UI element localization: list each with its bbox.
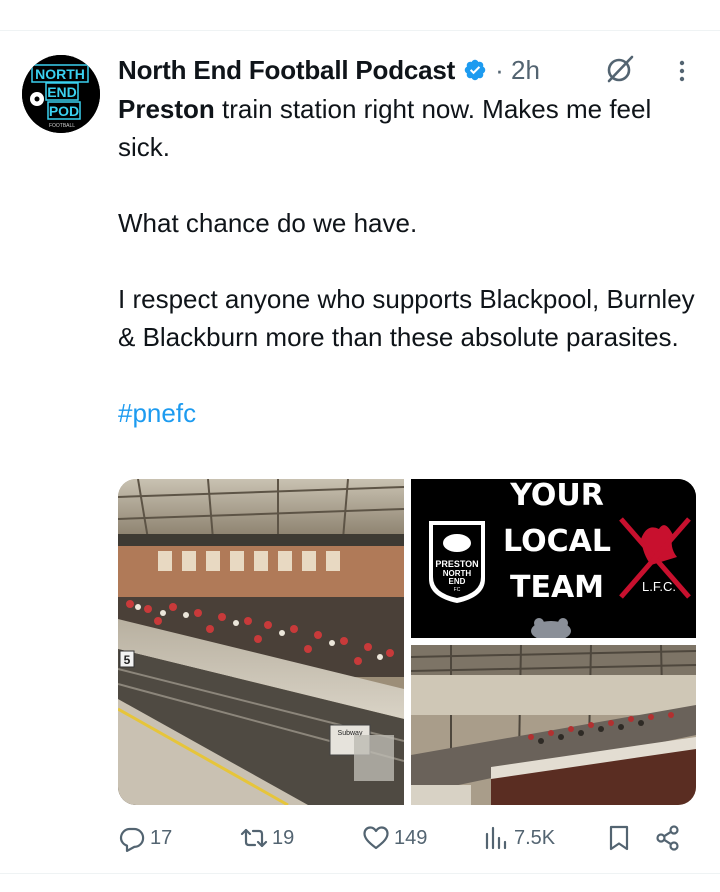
reply-icon xyxy=(119,827,145,852)
avatar[interactable]: NORTH END POD FOOTBALL xyxy=(22,55,100,133)
crest-text-lfc: L.F.C. xyxy=(642,579,676,594)
verified-badge-icon xyxy=(464,59,486,81)
mention-link[interactable]: Preston xyxy=(118,94,215,124)
views-button[interactable]: 7.5K xyxy=(482,824,555,852)
photo-platform-crowd[interactable]: 5 Subway xyxy=(118,479,404,805)
avatar-small-text: FOOTBALL xyxy=(49,123,75,129)
bookmark-button[interactable] xyxy=(605,824,633,852)
photo-poster[interactable]: PRESTON NORTH END FC YOUR LOCAL TEAM L.F… xyxy=(411,479,696,638)
divider-bottom xyxy=(0,873,720,874)
platform-number: 5 xyxy=(124,653,131,667)
post-text: Preston train station right now. Makes m… xyxy=(118,90,708,432)
pnefc-crest-icon: PRESTON NORTH END FC xyxy=(429,521,485,603)
share-icon xyxy=(656,825,679,851)
divider-top xyxy=(0,30,720,31)
avatar-text-pod: POD xyxy=(49,103,79,119)
poster-heading-team: TEAM xyxy=(510,570,604,605)
avatar-logo: NORTH END POD FOOTBALL xyxy=(22,55,100,133)
photo-platform-overview[interactable] xyxy=(411,645,696,805)
views-count: 7.5K xyxy=(514,826,556,849)
post-header: North End Football Podcast · 2h xyxy=(118,52,540,88)
poster-heading-local: LOCAL xyxy=(503,524,611,559)
action-bar: 17 19 149 7.5K xyxy=(0,818,720,862)
hashtag-link[interactable]: #pnefc xyxy=(118,398,196,428)
poster-heading-your: YOUR xyxy=(509,479,604,513)
post-text-line1: Preston train station right now. Makes m… xyxy=(118,90,708,166)
share-button[interactable] xyxy=(654,824,682,852)
repost-button[interactable]: 19 xyxy=(240,824,294,852)
grok-icon[interactable] xyxy=(604,53,636,85)
reply-count: 17 xyxy=(150,826,173,849)
like-icon xyxy=(363,826,389,850)
reply-button[interactable]: 17 xyxy=(118,824,172,852)
post-text-line2: What chance do we have. xyxy=(118,208,418,238)
crest-text-preston: PRESTON xyxy=(435,559,478,569)
avatar-text-end: END xyxy=(47,84,77,100)
avatar-text-north: NORTH xyxy=(35,66,85,82)
post-time[interactable]: · 2h xyxy=(495,55,540,86)
crest-text-end: END xyxy=(449,577,466,586)
views-icon xyxy=(485,826,507,850)
like-count: 149 xyxy=(394,826,428,849)
like-button[interactable]: 149 xyxy=(362,824,427,852)
repost-icon xyxy=(240,828,268,848)
post-text-line3: I respect anyone who supports Blackpool,… xyxy=(118,284,695,352)
more-icon[interactable] xyxy=(670,56,694,86)
media-grid: 5 Subway PRESTON NORTH END FC YOUR LOCAL… xyxy=(118,479,696,805)
author-name[interactable]: North End Football Podcast xyxy=(118,55,455,86)
crest-text-fc: FC xyxy=(454,587,461,593)
repost-count: 19 xyxy=(272,826,295,849)
bookmark-icon xyxy=(609,825,629,851)
